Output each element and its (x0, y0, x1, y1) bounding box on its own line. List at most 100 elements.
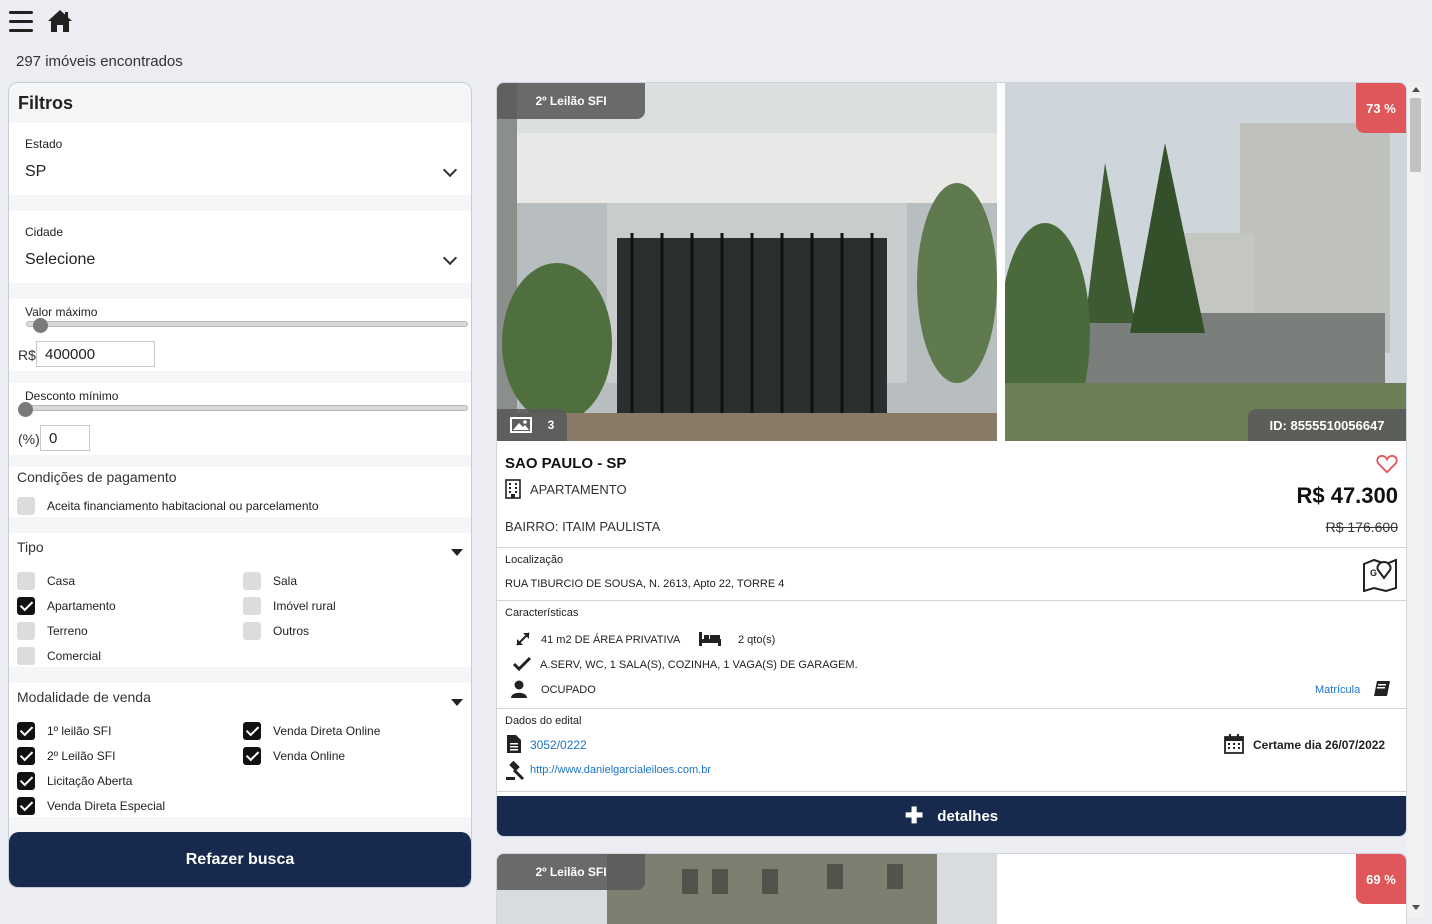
scrollbar[interactable] (1407, 82, 1424, 918)
divider (497, 791, 1406, 792)
modalidade-title: Modalidade de venda (17, 689, 151, 705)
valor-maximo-slider-thumb[interactable] (33, 318, 48, 333)
listing-card: 2º Leilão SFI 73 % 3 ID: 8555510056647 S… (496, 82, 1407, 837)
document-icon (507, 735, 521, 753)
detalhes-button[interactable]: ✚ detalhes (497, 796, 1406, 836)
tipo-option[interactable]: Imóvel rural (243, 596, 336, 616)
checkbox-checked[interactable] (17, 747, 35, 765)
property-photo[interactable] (497, 83, 1000, 441)
auction-badge: 2º Leilão SFI (497, 854, 645, 890)
caracteristicas-label: Características (505, 607, 579, 619)
ocupacao: OCUPADO (541, 684, 596, 696)
estado-label: Estado (25, 137, 63, 151)
edital-number-link[interactable]: 3052/0222 (530, 738, 587, 752)
valor-maximo-slider[interactable] (26, 321, 468, 327)
modalidade-option[interactable]: Venda Direta Online (243, 721, 380, 741)
currency-prefix: R$ (18, 347, 36, 363)
localizacao-label: Localização (505, 554, 564, 566)
estado-select[interactable]: SP (25, 163, 46, 181)
image-icon (509, 417, 532, 433)
modalidade-option-label: Venda Direta Online (273, 724, 381, 738)
discount-badge: 73 % (1356, 83, 1406, 133)
listing-city: SAO PAULO - SP (505, 455, 627, 472)
modalidade-option[interactable]: Licitação Aberta (17, 771, 132, 791)
address: RUA TIBURCIO DE SOUSA, N. 2613, Apto 22,… (505, 578, 785, 590)
checkbox[interactable] (17, 647, 35, 665)
checkbox-checked[interactable] (17, 772, 35, 790)
property-photo[interactable] (1005, 83, 1406, 441)
financiamento-label: Aceita financiamento habitacional ou par… (47, 499, 319, 513)
detalhes-label: detalhes (937, 807, 999, 825)
expand-arrows-icon (516, 632, 530, 646)
map-icon[interactable]: G (1362, 558, 1398, 592)
tipo-option[interactable]: Outros (243, 621, 309, 641)
checkbox[interactable] (243, 622, 261, 640)
top-bar (0, 0, 1432, 44)
certame-date: Certame dia 26/07/2022 (1253, 738, 1386, 752)
filters-title: Filtros (18, 93, 74, 113)
chevron-down-icon[interactable] (442, 250, 458, 266)
area: 41 m2 DE ÁREA PRIVATIVA (541, 634, 681, 646)
bairro: BAIRRO: ITAIM PAULISTA (505, 519, 661, 534)
modalidade-option[interactable]: 1º leilão SFI (17, 721, 111, 741)
checkbox[interactable] (17, 572, 35, 590)
tipo-option-label: Comercial (47, 649, 102, 663)
estado-filter: Estado SP (9, 123, 471, 195)
modalidade-option[interactable]: Venda Direta Especial (17, 796, 165, 816)
tipo-option[interactable]: Casa (17, 571, 75, 591)
modalidade-option[interactable]: 2º Leilão SFI (17, 746, 115, 766)
gavel-icon (506, 761, 525, 781)
heart-icon[interactable] (1376, 454, 1398, 474)
tipo-filter: Tipo Casa Sala Apartamento Imóvel rural … (9, 533, 471, 667)
divider (497, 600, 1406, 601)
tipo-option-label: Apartamento (47, 599, 116, 613)
chevron-down-icon[interactable] (442, 162, 458, 178)
property-type-row: APARTAMENTO (505, 479, 627, 499)
checkbox-checked[interactable] (17, 797, 35, 815)
desconto-minimo-slider-thumb[interactable] (18, 402, 33, 417)
modalidade-option[interactable]: Venda Online (243, 746, 345, 766)
tipo-option[interactable]: Comercial (17, 646, 101, 666)
plus-icon: ✚ (904, 803, 924, 828)
checkbox-checked[interactable] (17, 597, 35, 615)
checkbox[interactable] (17, 622, 35, 640)
desconto-minimo-label: Desconto mínimo (25, 389, 119, 403)
home-icon[interactable] (46, 8, 74, 34)
valor-maximo-filter: Valor máximo R$ (9, 299, 471, 371)
tipo-option[interactable]: Apartamento (17, 596, 116, 616)
extras: A.SERV, WC, 1 SALA(S), COZINHA, 1 VAGA(S… (540, 659, 858, 671)
divider (497, 708, 1406, 709)
checkbox[interactable] (243, 597, 261, 615)
leiloeiro-link[interactable]: http://www.danielgarcialeiloes.com.br (530, 764, 711, 776)
cidade-select[interactable]: Selecione (25, 251, 95, 269)
menu-icon[interactable] (9, 11, 33, 32)
results-count: 297 imóveis encontrados (16, 53, 183, 70)
modalidade-option-label: 2º Leilão SFI (47, 749, 116, 763)
tipo-option-label: Casa (47, 574, 76, 588)
checkbox-checked[interactable] (243, 747, 261, 765)
scrollbar-thumb[interactable] (1410, 98, 1421, 172)
tipo-option-label: Terreno (47, 624, 88, 638)
refazer-busca-button[interactable]: Refazer busca (9, 832, 471, 887)
edital-label: Dados do edital (505, 715, 582, 727)
collapse-triangle-icon[interactable] (451, 549, 463, 556)
desconto-minimo-slider[interactable] (26, 405, 468, 411)
desconto-minimo-input[interactable] (40, 425, 90, 451)
collapse-triangle-icon[interactable] (451, 699, 463, 706)
checkbox-checked[interactable] (17, 722, 35, 740)
tipo-option[interactable]: Terreno (17, 621, 88, 641)
photo-count-badge[interactable]: 3 (497, 409, 567, 441)
matricula-link[interactable]: Matrícula (1315, 684, 1360, 696)
financiamento-checkbox[interactable] (17, 497, 35, 515)
scroll-down-arrow-icon[interactable] (1412, 905, 1420, 910)
pagamento-filter: Condições de pagamento Aceita financiame… (9, 467, 471, 517)
book-icon[interactable] (1373, 680, 1391, 698)
checkbox-checked[interactable] (243, 722, 261, 740)
checkbox[interactable] (243, 572, 261, 590)
auction-badge: 2º Leilão SFI (497, 83, 645, 119)
scroll-up-arrow-icon[interactable] (1412, 87, 1420, 92)
tipo-option[interactable]: Sala (243, 571, 297, 591)
financiamento-checkbox-row[interactable]: Aceita financiamento habitacional ou par… (17, 496, 319, 516)
valor-maximo-input[interactable] (36, 341, 155, 367)
old-price: R$ 176.600 (1325, 519, 1398, 535)
